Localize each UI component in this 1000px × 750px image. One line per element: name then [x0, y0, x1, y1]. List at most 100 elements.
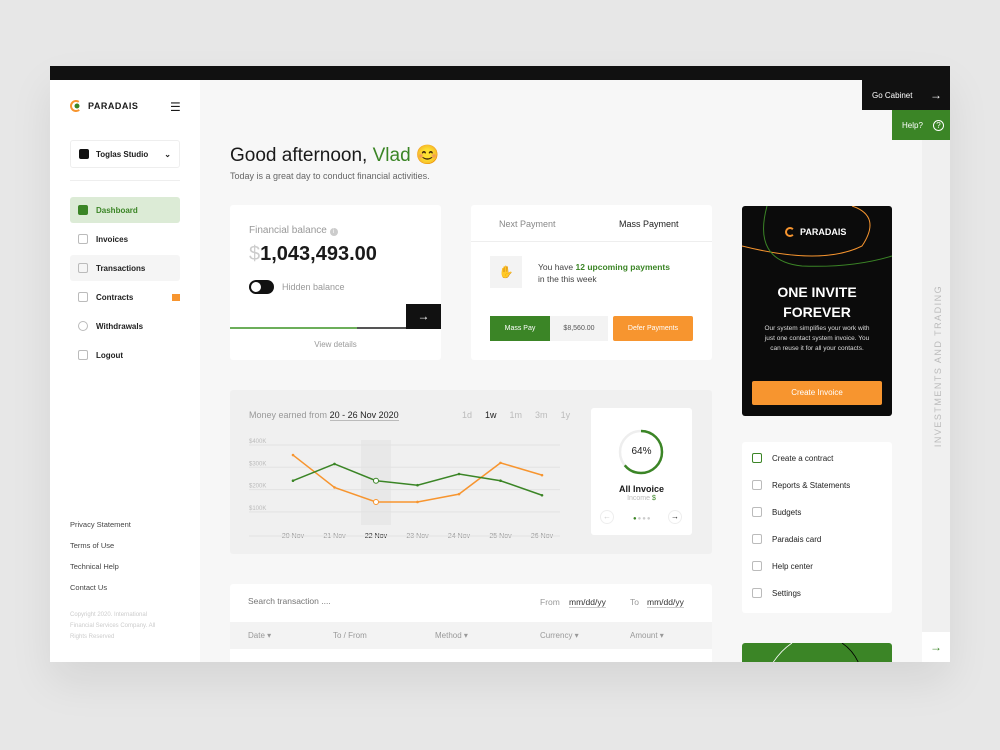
- balance-label: Financial balance: [249, 225, 327, 236]
- column-date[interactable]: Date ▾: [248, 631, 271, 640]
- report-icon: [752, 480, 762, 490]
- data-point: [291, 479, 295, 483]
- invoice-icon: [78, 234, 88, 244]
- top-bar: [50, 66, 950, 80]
- rail-label: INVESTMENTS AND TRADING: [933, 284, 943, 448]
- logo-icon: [785, 227, 795, 237]
- gear-icon: [752, 588, 762, 598]
- next-arrow-button[interactable]: →: [668, 510, 682, 524]
- rail-arrow-button[interactable]: →: [922, 632, 950, 662]
- logo[interactable]: PARADAIS: [70, 100, 138, 112]
- y-tick-label: $200K: [249, 484, 266, 490]
- data-point: [457, 492, 461, 496]
- column-method[interactable]: Method ▾: [435, 631, 468, 640]
- quick-link[interactable]: Help center: [752, 561, 813, 571]
- upcoming-count[interactable]: 12 upcoming payments: [576, 262, 670, 272]
- sidebar-item-contracts[interactable]: Contracts: [70, 284, 180, 310]
- arrow-right-icon: →: [930, 88, 942, 102]
- create-invoice-button[interactable]: Create Invoice: [752, 381, 882, 405]
- sidebar: PARADAIS ☰ Toglas Studio ⌄ Dashboard Inv…: [50, 80, 200, 662]
- quick-link[interactable]: Paradais card: [752, 534, 821, 544]
- home-icon: [78, 205, 88, 215]
- info-icon[interactable]: i: [329, 228, 338, 236]
- data-point: [499, 461, 502, 465]
- flag-icon: [172, 293, 180, 301]
- to-date-input[interactable]: mm/dd/yy: [647, 597, 684, 608]
- workspace-select[interactable]: Toglas Studio ⌄: [70, 140, 180, 168]
- brand: PARADAIS: [800, 227, 847, 237]
- user-name: Vlad: [372, 145, 411, 166]
- quick-link[interactable]: Budgets: [752, 507, 801, 517]
- text: in the this week: [538, 274, 597, 284]
- payment-card: Next Payment Mass Payment ✋ You have 12 …: [471, 205, 712, 360]
- decorative-curves: [772, 643, 859, 662]
- greeting: Good afternoon, Vlad 😊: [230, 143, 440, 167]
- technical-help-link[interactable]: Technical Help: [70, 562, 119, 571]
- quick-link[interactable]: Reports & Statements: [752, 480, 850, 490]
- promo-card: PARADAIS ONE INVITE FOREVER Our system si…: [742, 206, 892, 416]
- help-button[interactable]: Help??: [892, 110, 950, 140]
- label: Invoices: [96, 234, 129, 244]
- quick-link[interactable]: Settings: [752, 588, 801, 598]
- prev-arrow-button[interactable]: ←: [600, 510, 614, 524]
- view-details-link[interactable]: View details: [230, 340, 441, 349]
- sidebar-item-transactions[interactable]: Transactions: [70, 255, 180, 281]
- y-tick-label: $400K: [249, 439, 266, 445]
- y-tick-label: $100K: [249, 506, 266, 512]
- column-amount[interactable]: Amount ▾: [630, 631, 664, 640]
- subtitle: Today is a great day to conduct financia…: [230, 171, 430, 181]
- toggle-label: Hidden balance: [282, 282, 345, 292]
- search-transaction-input[interactable]: [248, 596, 448, 606]
- label: Logout: [96, 350, 124, 360]
- contact-link[interactable]: Contact Us: [70, 583, 107, 592]
- currency: $: [652, 495, 656, 502]
- tab-mass-payment[interactable]: Mass Payment: [619, 219, 679, 229]
- data-point: [373, 498, 379, 505]
- to-label: To: [630, 597, 639, 607]
- data-point: [540, 473, 544, 477]
- menu-icon[interactable]: ☰: [170, 100, 181, 114]
- column-currency[interactable]: Currency ▾: [540, 631, 579, 640]
- label: Paradais card: [772, 534, 822, 544]
- chart-card: Money earned from 20 - 26 Nov 2020 1d 1w 1…: [230, 390, 712, 554]
- column-to-from[interactable]: To / From: [333, 631, 367, 640]
- green-card: [742, 643, 892, 662]
- label: Withdrawals: [96, 321, 144, 331]
- quick-link[interactable]: Create a contract: [752, 453, 833, 463]
- from-date-input[interactable]: mm/dd/yy: [569, 597, 606, 608]
- from-label: From: [540, 597, 560, 607]
- label: Reports & Statements: [772, 480, 851, 490]
- divider: [471, 241, 712, 242]
- hidden-balance-toggle[interactable]: [249, 280, 274, 294]
- label: Help center: [772, 561, 813, 571]
- contract-icon: [78, 292, 88, 302]
- sidebar-item-invoices[interactable]: Invoices: [70, 226, 180, 252]
- greeting-text: Good afternoon,: [230, 145, 368, 166]
- series-line: [292, 463, 543, 496]
- data-point: [373, 477, 379, 484]
- sidebar-item-withdrawals[interactable]: Withdrawals: [70, 313, 180, 339]
- invoice-percent: 64%: [631, 446, 652, 457]
- balance-arrow-button[interactable]: →: [406, 304, 441, 329]
- promo-logo: PARADAIS: [785, 227, 846, 237]
- question-icon: ?: [933, 119, 944, 131]
- balance-progress: [230, 327, 406, 329]
- app-window: PARADAIS ☰ Toglas Studio ⌄ Dashboard Inv…: [50, 66, 950, 662]
- headset-icon: [752, 561, 762, 571]
- go-cabinet-button[interactable]: Go Cabinet →: [862, 80, 950, 110]
- label: Contracts: [96, 292, 134, 302]
- invoice-title: All Invoice: [618, 484, 664, 494]
- sidebar-item-logout[interactable]: Logout: [70, 342, 180, 368]
- label: Go Cabinet: [872, 90, 913, 100]
- table-header: Date ▾ To / From Method ▾ Currency ▾ Amo…: [230, 622, 712, 649]
- privacy-link[interactable]: Privacy Statement: [70, 520, 131, 529]
- workspace-name: Toglas Studio: [96, 149, 149, 159]
- defer-payments-button[interactable]: Defer Payments: [613, 316, 693, 341]
- sidebar-item-dashboard[interactable]: Dashboard: [70, 197, 180, 223]
- mass-pay-button[interactable]: Mass Pay: [490, 316, 550, 341]
- decorative-curves: [742, 206, 892, 267]
- terms-link[interactable]: Terms of Use: [70, 541, 114, 550]
- series-line: [292, 454, 543, 503]
- tab-next-payment[interactable]: Next Payment: [499, 219, 556, 229]
- label: Settings: [772, 588, 801, 598]
